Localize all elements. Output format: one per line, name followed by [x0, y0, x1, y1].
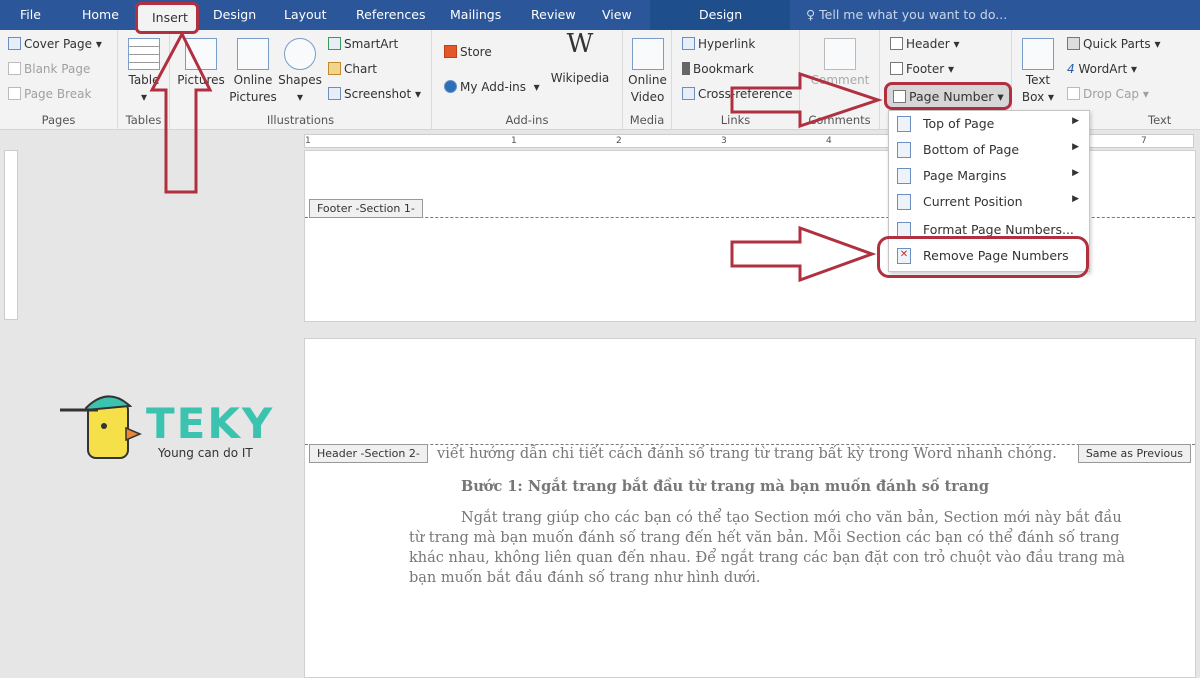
annotation-arrow-right: [730, 71, 883, 129]
logo-wordmark: TEKY: [146, 399, 275, 448]
annotation-arrow-up: [149, 30, 213, 194]
teky-logo: TEKY Young can do IT: [58, 388, 283, 468]
logo-tagline: Young can do IT: [158, 446, 253, 460]
annotation-arrows: [149, 30, 883, 283]
annotation-arrow-right: [730, 225, 877, 283]
